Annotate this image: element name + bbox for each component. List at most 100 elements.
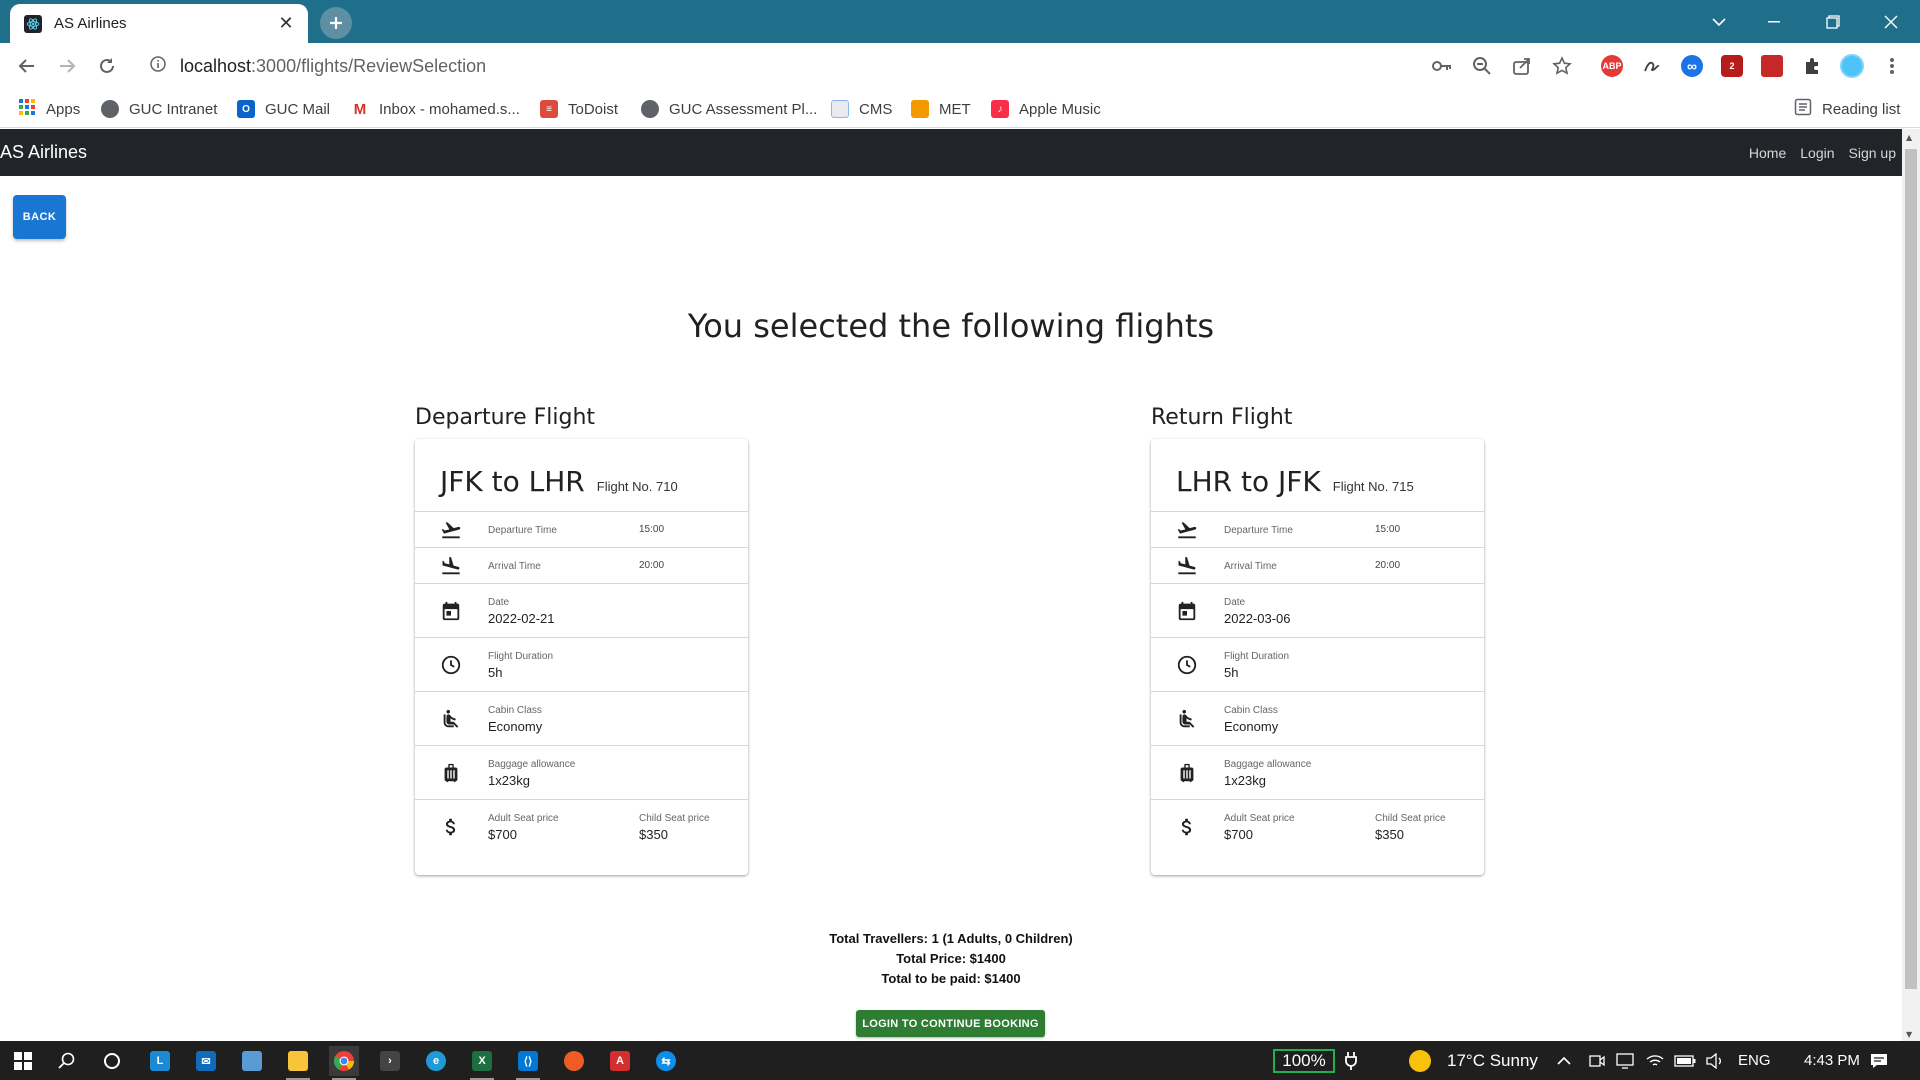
arrival-time-label: Arrival Time (1224, 561, 1277, 572)
restore-button[interactable] (1810, 0, 1856, 43)
nav-home-link[interactable]: Home (1749, 145, 1786, 161)
tab-search-icon[interactable] (1696, 0, 1742, 43)
bookmark-label: ToDoist (568, 100, 619, 118)
windows-start-icon[interactable] (8, 1046, 38, 1076)
clock-icon (1176, 654, 1198, 676)
adblock-extension-icon[interactable]: ABP (1600, 54, 1624, 78)
browser-tab[interactable]: AS Airlines ✕ (10, 4, 308, 43)
new-tab-button[interactable] (320, 7, 352, 39)
bookmark-cms[interactable]: CMS (831, 98, 892, 120)
chrome-menu-icon[interactable] (1880, 54, 1904, 78)
search-icon[interactable] (52, 1046, 82, 1076)
site-info-icon[interactable] (150, 56, 166, 76)
battery-tray-icon[interactable] (1670, 1046, 1700, 1076)
scroll-down-icon[interactable]: ▼ (1906, 1030, 1912, 1039)
flight-number: Flight No. 710 (596, 479, 678, 494)
total-to-be-paid: Total to be paid: $1400 (881, 971, 1021, 986)
volume-icon[interactable] (1700, 1046, 1730, 1076)
notes-app-icon[interactable] (237, 1046, 267, 1076)
back-nav-icon[interactable] (12, 51, 42, 81)
display-icon[interactable] (1610, 1046, 1640, 1076)
bookmark-guc-mail[interactable]: O GUC Mail (237, 98, 330, 120)
browser-toolbar: localhost:3000/flights/ReviewSelection A… (0, 43, 1920, 88)
bookmark-apple-music[interactable]: ♪ Apple Music (991, 98, 1101, 120)
bookmark-star-icon[interactable] (1550, 54, 1574, 78)
wifi-icon[interactable] (1640, 1046, 1670, 1076)
cabin-value: Economy (488, 719, 543, 734)
forward-nav-icon[interactable] (52, 51, 82, 81)
signature-extension-icon[interactable] (1640, 54, 1664, 78)
acrobat-app-icon[interactable]: A (605, 1046, 635, 1076)
met-icon (911, 100, 929, 118)
weather-text[interactable]: 17°C Sunny (1447, 1051, 1538, 1071)
reload-icon[interactable] (92, 51, 122, 81)
battery-indicator[interactable]: 100% (1273, 1049, 1335, 1073)
cortana-icon[interactable] (97, 1046, 127, 1076)
departure-flight-card: JFK to LHR Flight No. 710 Departure Time… (415, 439, 748, 875)
clock-time[interactable]: 4:43 PM (1804, 1052, 1860, 1069)
chrome-taskbar-icon[interactable] (329, 1046, 359, 1080)
bookmark-guc-intranet[interactable]: GUC Intranet (101, 98, 217, 120)
page-title: You selected the following flights (687, 307, 1215, 345)
date-row: Date 2022-03-06 (1151, 584, 1484, 638)
tray-overflow-chevron-icon[interactable] (1549, 1046, 1579, 1076)
ublock-extension-icon[interactable]: 2 (1720, 54, 1744, 78)
date-label: Date (488, 597, 510, 608)
language-indicator[interactable]: ENG (1738, 1052, 1771, 1069)
back-button[interactable]: BACK (13, 195, 66, 239)
close-tab-icon[interactable]: ✕ (276, 13, 296, 34)
baggage-label: Baggage allowance (488, 759, 576, 770)
arrival-time-value: 20:00 (1375, 560, 1401, 571)
scrollbar-thumb[interactable] (1905, 149, 1917, 989)
lens-app-icon[interactable]: L (145, 1046, 175, 1076)
bookmark-guc-assessment[interactable]: GUC Assessment Pl... (641, 98, 817, 120)
login-to-continue-button[interactable]: LOGIN TO CONTINUE BOOKING (856, 1010, 1045, 1037)
globe-icon (641, 100, 659, 118)
terminal-app-icon[interactable]: › (375, 1046, 405, 1076)
nav-login-link[interactable]: Login (1800, 145, 1834, 161)
power-plug-icon[interactable] (1336, 1046, 1366, 1076)
extensions-puzzle-icon[interactable] (1800, 54, 1824, 78)
notifications-icon[interactable] (1864, 1046, 1894, 1076)
document-icon (831, 100, 849, 118)
page-scrollbar[interactable]: ▲ ▼ (1902, 129, 1920, 1041)
return-section-title: Return Flight (1151, 405, 1293, 430)
reading-list-label: Reading list (1822, 100, 1901, 118)
mail-app-icon[interactable]: ✉ (191, 1046, 221, 1076)
address-bar[interactable]: localhost:3000/flights/ReviewSelection (138, 49, 1578, 83)
reading-list[interactable]: Reading list (1794, 98, 1900, 120)
close-window-button[interactable] (1868, 0, 1914, 43)
edge-app-icon[interactable]: e (421, 1046, 451, 1076)
date-value: 2022-02-21 (488, 611, 555, 626)
nav-signup-link[interactable]: Sign up (1849, 145, 1896, 161)
scroll-up-icon[interactable]: ▲ (1906, 133, 1912, 142)
booking-summary: Total Travellers: 1 (1 Adults, 0 Childre… (0, 929, 1902, 989)
cabin-row: Cabin Class Economy (1151, 692, 1484, 746)
vscode-app-icon[interactable]: ⟨⟩ (513, 1046, 543, 1080)
bookmark-todoist[interactable]: ≡ ToDoist (540, 98, 618, 120)
infinity-extension-icon[interactable]: ∞ (1680, 54, 1704, 78)
bookmark-met[interactable]: MET (911, 98, 971, 120)
child-price-label: Child Seat price (639, 813, 710, 824)
bookmark-apps[interactable]: Apps (18, 98, 80, 120)
meet-now-icon[interactable] (1582, 1046, 1612, 1076)
brand-logo[interactable]: AS Airlines (0, 142, 87, 163)
globe-icon (101, 100, 119, 118)
zoom-icon[interactable] (1470, 54, 1494, 78)
minimize-button[interactable] (1751, 0, 1797, 43)
key-icon[interactable] (1430, 54, 1454, 78)
arrival-time-value: 20:00 (639, 560, 665, 571)
screenshot-extension-icon[interactable] (1760, 54, 1784, 78)
bookmark-inbox[interactable]: M Inbox - mohamed.s... (351, 98, 520, 120)
share-icon[interactable] (1510, 54, 1534, 78)
weather-sun-icon[interactable] (1405, 1046, 1435, 1076)
excel-app-icon[interactable]: X (467, 1046, 497, 1080)
postman-app-icon[interactable] (559, 1046, 589, 1076)
departure-time-label: Departure Time (1224, 525, 1293, 536)
flight-takeoff-icon (440, 519, 462, 541)
total-travellers: Total Travellers: 1 (1 Adults, 0 Childre… (829, 931, 1073, 946)
teamviewer-app-icon[interactable]: ⇆ (651, 1046, 681, 1076)
file-explorer-icon[interactable] (283, 1046, 313, 1080)
profile-avatar-icon[interactable] (1840, 54, 1864, 78)
departure-section-title: Departure Flight (415, 405, 596, 430)
